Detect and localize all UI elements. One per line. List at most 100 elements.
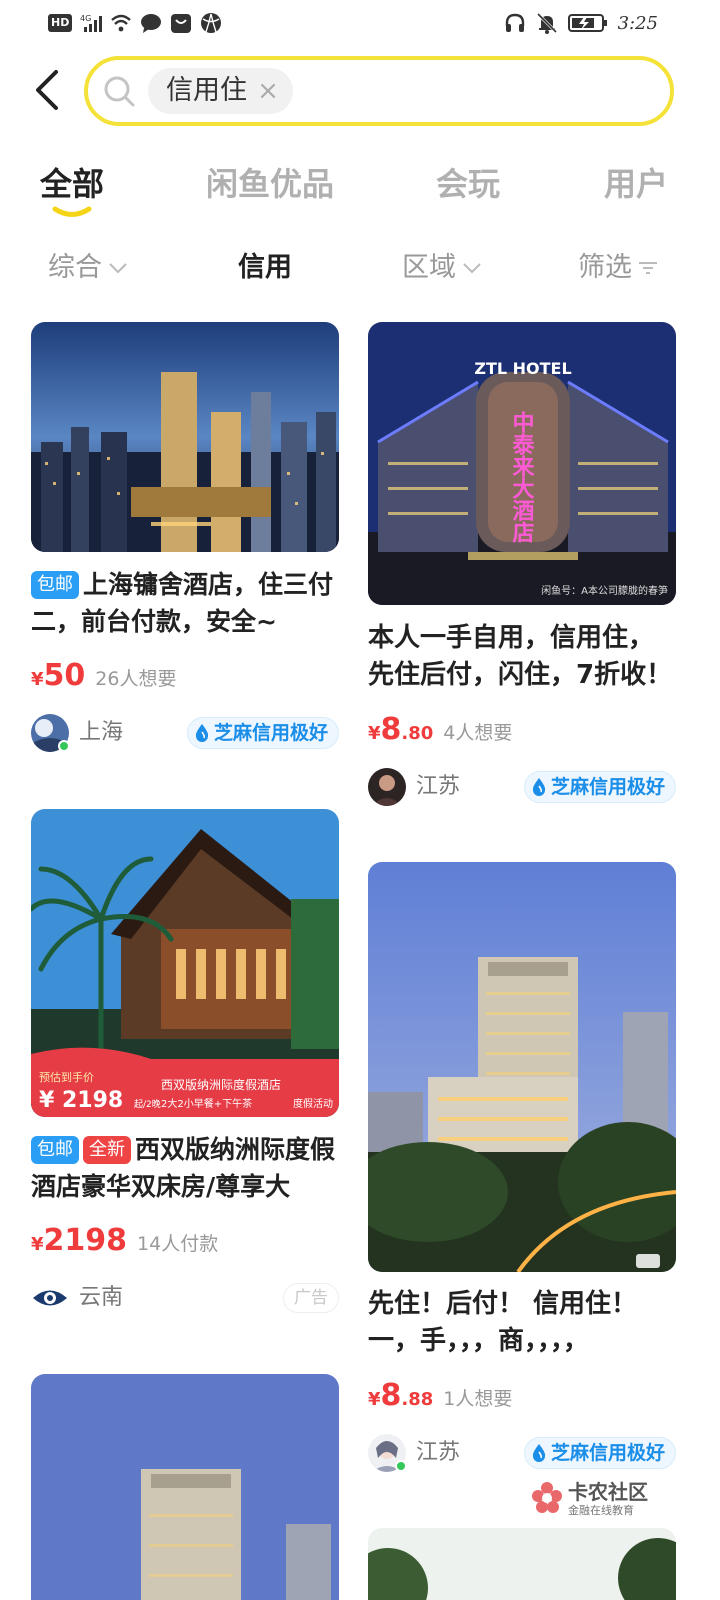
seller-region: 云南: [79, 1285, 124, 1310]
listing-title[interactable]: 包邮 全新 西双版纳洲际度假酒店豪华双床房/尊享大: [31, 1131, 339, 1205]
free-shipping-tag: 包邮: [31, 1136, 79, 1164]
tab-users[interactable]: 用户: [604, 162, 668, 206]
listing-card-credit-stay[interactable]: 先住！后付！ 信用住！一，手，，，商，，，， ¥8.88 1人想要 江苏 芝麻信…: [368, 862, 676, 1482]
listing-title[interactable]: 包邮 上海镛舍酒店，住三付二，前台付款，安全~: [31, 566, 339, 640]
banner-unit: 起/2晚: [134, 1099, 161, 1110]
ad-badge: 广告: [283, 1283, 339, 1313]
battery-icon: [567, 14, 607, 32]
sesame-drop-icon: [195, 724, 209, 742]
wifi-icon: [111, 14, 132, 32]
listing-image[interactable]: [31, 1374, 339, 1600]
seller-avatar[interactable]: [368, 768, 406, 806]
listing-card-ztl-hotel[interactable]: ZTL HOTEL 中泰来大酒店 闲鱼号：A本公司朦胧的春笋 本人一手自用，信用…: [368, 322, 676, 822]
listing-title-text: 本人一手自用，信用住，先住后付，闪住，7折收！: [368, 623, 673, 690]
sesame-credit-badge: 芝麻信用极好: [523, 771, 676, 803]
sesame-drop-icon: [532, 778, 546, 796]
credit-label: 芝麻信用极好: [550, 1442, 665, 1464]
seller-row[interactable]: 江苏 芝麻信用极好: [368, 768, 676, 808]
clear-query-icon[interactable]: ×: [253, 76, 283, 106]
seller-region: 江苏: [416, 774, 461, 799]
listing-card-partial-left[interactable]: [31, 1374, 339, 1600]
seller-avatar[interactable]: [31, 1279, 69, 1317]
chevron-down-icon: [109, 263, 127, 274]
banner-event: 度假活动: [293, 1097, 333, 1110]
headphones-icon: [505, 13, 524, 32]
listing-title[interactable]: 本人一手自用，信用住，先住后付，闪住，7折收！: [368, 620, 676, 694]
filter-icon: [639, 262, 657, 274]
search-bar[interactable]: 信用住 ×: [84, 56, 674, 126]
listing-image[interactable]: ZTL HOTEL 中泰来大酒店 闲鱼号：A本公司朦胧的春笋: [368, 322, 676, 605]
listing-title-text: 先住！后付！ 信用住！一，手，，，商，，，，: [368, 1289, 638, 1356]
listing-price: ¥2198: [31, 1223, 128, 1258]
brand-new-tag: 全新: [83, 1136, 131, 1164]
want-count: 1人想要: [443, 1388, 513, 1410]
mute-bell-icon: [536, 12, 557, 34]
want-count: 4人想要: [443, 722, 513, 744]
filter-screen[interactable]: 筛选: [578, 248, 658, 288]
sesame-credit-badge: 芝麻信用极好: [523, 1437, 676, 1469]
active-tab-indicator: [52, 206, 92, 217]
kanong-watermark: 卡农社区 金融在线教育: [530, 1480, 690, 1522]
search-query-chip[interactable]: 信用住 ×: [148, 68, 293, 114]
want-count: 26人想要: [95, 668, 177, 690]
seller-row[interactable]: 江苏 芝麻信用极好: [368, 1434, 676, 1474]
listing-price: ¥50: [31, 658, 86, 693]
filter-comprehensive-label: 综合: [48, 252, 102, 283]
filter-credit-label: 信用: [238, 252, 292, 283]
listing-title[interactable]: 先住！后付！ 信用住！一，手，，，商，，，，: [368, 1286, 676, 1360]
listing-card-xishuangbanna[interactable]: 预估到手价 ¥ 2198 起/2晚 西双版纳洲际度假酒店 2大2小早餐+下午茶 …: [31, 809, 339, 1329]
back-arrow-icon[interactable]: [30, 68, 70, 112]
listing-card-partial-right[interactable]: [368, 1528, 676, 1600]
banner-price: ¥ 2198: [39, 1088, 123, 1113]
tab-all[interactable]: 全部: [40, 162, 104, 206]
seller-region: 上海: [79, 720, 124, 745]
filter-region[interactable]: 区域: [402, 248, 482, 288]
listing-image[interactable]: [31, 322, 339, 552]
price-row: ¥2198 14人付款: [31, 1223, 218, 1258]
banner-hotel-name: 西双版纳洲际度假酒店: [161, 1077, 281, 1092]
online-status-dot: [58, 740, 70, 752]
svg-text:4G: 4G: [80, 14, 91, 23]
hd-badge: HD: [48, 14, 73, 32]
filter-region-label: 区域: [402, 252, 456, 283]
filter-comprehensive[interactable]: 综合: [48, 248, 128, 288]
tab-xianyu-premium[interactable]: 闲鱼优品: [206, 162, 334, 206]
paid-count: 14人付款: [137, 1233, 219, 1255]
seller-region: 江苏: [416, 1440, 461, 1465]
message-icon: [141, 14, 162, 33]
search-query-text: 信用住: [166, 75, 247, 106]
price-row: ¥8.88 1人想要: [368, 1378, 512, 1413]
search-icon: [104, 76, 135, 107]
filter-credit[interactable]: 信用: [238, 248, 292, 288]
image-caption: 闲鱼号：A本公司朦胧的春笋: [541, 584, 668, 597]
status-bar: HD 4G 3:25: [0, 0, 720, 48]
listing-price: ¥8.88: [368, 1378, 434, 1413]
sesame-credit-badge: 芝麻信用极好: [186, 717, 339, 749]
hotel-sign-text: ZTL HOTEL: [474, 359, 571, 378]
banner-prefix: 预估到手价: [39, 1070, 94, 1084]
listing-image[interactable]: 预估到手价 ¥ 2198 起/2晚 西双版纳洲际度假酒店 2大2小早餐+下午茶 …: [31, 809, 339, 1117]
hotel-sign-vertical: 中泰来大酒店: [509, 411, 536, 544]
tab-fun[interactable]: 会玩: [436, 162, 500, 206]
chevron-down-icon: [463, 263, 481, 274]
online-status-dot: [395, 1460, 407, 1472]
signal-icon: 4G: [80, 14, 103, 32]
credit-label: 芝麻信用极好: [550, 776, 665, 798]
price-row: ¥8.80 4人想要: [368, 712, 512, 747]
listing-price: ¥8.80: [368, 712, 434, 747]
credit-label: 芝麻信用极好: [213, 722, 328, 744]
filter-screen-label: 筛选: [578, 252, 632, 283]
seller-row[interactable]: 云南 广告: [31, 1279, 339, 1319]
kanong-logo-icon: [532, 1482, 562, 1513]
price-row: ¥50 26人想要: [31, 658, 176, 693]
ball-icon: [201, 13, 222, 33]
listing-image[interactable]: [368, 1528, 676, 1600]
listing-card-shanghai[interactable]: 包邮 上海镛舍酒店，住三付二，前台付款，安全~ ¥50 26人想要 上海 芝麻信用…: [31, 322, 339, 762]
shopping-bag-icon: [171, 14, 192, 33]
banner-perks: 2大2小早餐+下午茶: [161, 1097, 252, 1110]
seller-row[interactable]: 上海 芝麻信用极好: [31, 714, 339, 754]
watermark-subtitle: 金融在线教育: [568, 1504, 634, 1517]
sesame-drop-icon: [532, 1444, 546, 1462]
clock-time: 3:25: [617, 12, 658, 34]
listing-image[interactable]: [368, 862, 676, 1272]
